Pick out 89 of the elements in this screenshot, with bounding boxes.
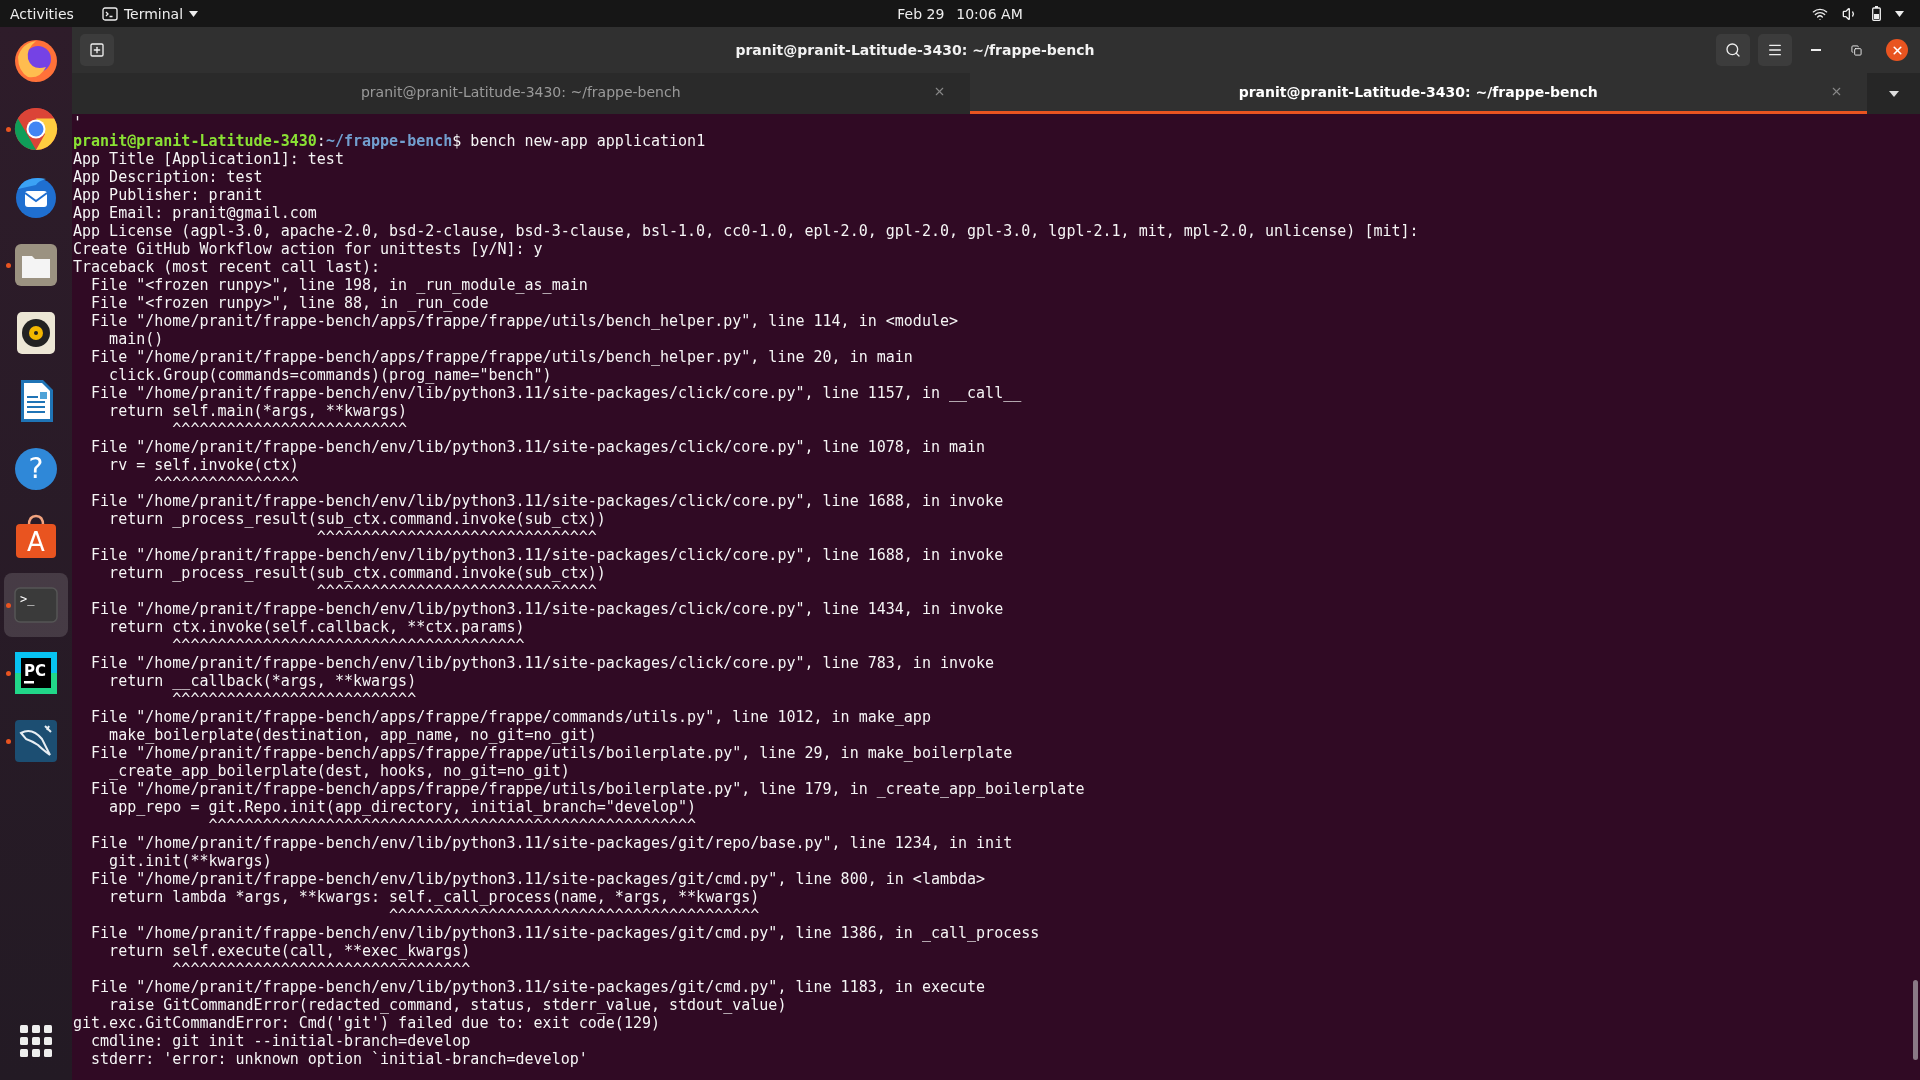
terminal-line: rv = self.invoke(ctx) <box>108 456 300 474</box>
terminal-line: return _process_result(sub_ctx.command.invoke(sub_ctx)) <box>108 564 607 582</box>
terminal-line: return __callback(*args, **kwargs) <box>108 672 418 690</box>
grid-icon <box>20 1025 52 1057</box>
folder-icon <box>12 241 60 289</box>
menu-icon <box>1767 42 1783 58</box>
terminal-line: ' <box>73 114 84 132</box>
dock-item[interactable]: ? <box>4 437 68 501</box>
tab-close-button[interactable] <box>1830 85 1843 98</box>
terminal-line: ^^^^^^^^^^^^^^^^^^^^^^^^^^^^^^^^^^^^^^^ <box>171 636 526 654</box>
terminal-line: File "<frozen runpy>", line 88, in _run_code <box>90 294 490 312</box>
close-icon <box>1890 43 1904 57</box>
new-tab-button[interactable] <box>80 34 114 66</box>
terminal-line: File "/home/pranit/frappe-bench/env/lib/python3.11/site-packages/git/cmd.py", line 1183, in execute <box>90 978 987 996</box>
terminal-line: File "/home/pranit/frappe-bench/env/lib/python3.11/site-packages/click/core.py", line 1078, in main <box>90 438 987 456</box>
terminal-line: return ctx.invoke(self.callback, **ctx.params) <box>108 618 526 636</box>
terminal-line: raise GitCommandError(redacted_command, status, stderr_value, stdout_value) <box>108 996 788 1014</box>
dock-item[interactable]: A <box>4 505 68 569</box>
restore-icon <box>1850 44 1862 56</box>
caret-icon[interactable] <box>1895 10 1904 17</box>
dock-item[interactable]: >_ <box>4 573 68 637</box>
close-icon <box>1830 85 1843 98</box>
terminal-line: File "<frozen runpy>", line 198, in _run_module_as_main <box>90 276 589 294</box>
search-button[interactable] <box>1716 34 1750 66</box>
terminal-line: File "/home/pranit/frappe-bench/apps/frappe/frappe/commands/utils.py", line 1012, in make_app <box>90 708 932 726</box>
terminal-line: File "/home/pranit/frappe-bench/env/lib/python3.11/site-packages/click/core.py", line 783, in invoke <box>90 654 996 672</box>
terminal-line: return self.execute(call, **exec_kwargs) <box>108 942 472 960</box>
terminal-line: _create_app_boilerplate(dest, hooks, no_git=no_git) <box>108 762 571 780</box>
activities-button[interactable]: Activities <box>10 5 74 22</box>
terminal-line: File "/home/pranit/frappe-bench/apps/frappe/frappe/utils/boilerplate.py", line 29, in make_boilerplate <box>90 744 1014 762</box>
terminal-line: App Description: test <box>73 168 264 186</box>
terminal-line: click.Group(commands=commands)(prog_name="bench") <box>108 366 553 384</box>
terminal-line: App License (agpl-3.0, apache-2.0, bsd-2-clause, bsd-3-clause, bsl-1.0, cc0-1.0, epl-2.0, gpl-2.0, gpl-3.0, lgpl-2.1, mit, mpl-2.0, unlicense) [mit]: <box>73 222 1420 240</box>
help-icon: ? <box>12 445 60 493</box>
terminal-line: main() <box>108 330 165 348</box>
menu-button[interactable] <box>1758 34 1792 66</box>
terminal-tab[interactable]: pranit@pranit-Latitude-3430: ~/frappe-bench <box>969 73 1867 114</box>
prompt-user: pranit@pranit-Latitude-3430 <box>73 132 317 150</box>
terminal-line: stderr: 'error: unknown option `initial-branch=develop' <box>90 1050 589 1068</box>
prompt-separator: : <box>316 132 326 150</box>
terminal-line: File "/home/pranit/frappe-bench/env/lib/python3.11/site-packages/click/core.py", line 1688, in invoke <box>90 546 1005 564</box>
app-menu[interactable]: Terminal <box>101 5 199 22</box>
terminal-tab[interactable]: pranit@pranit-Latitude-3430: ~/frappe-bench <box>72 73 970 114</box>
terminal-line: File "/home/pranit/frappe-bench/env/lib/python3.11/site-packages/click/core.py", line 1434, in invoke <box>90 600 1005 618</box>
terminal-line: App Publisher: pranit <box>73 186 264 204</box>
window-title: pranit@pranit-Latitude-3430: ~/frappe-bench <box>734 42 1096 58</box>
terminal-line: File "/home/pranit/frappe-bench/env/lib/python3.11/site-packages/git/cmd.py", line 1386, in _call_process <box>90 924 1041 942</box>
terminal-line: App Email: pranit@gmail.com <box>73 204 318 222</box>
caret-icon <box>1888 90 1899 97</box>
clock[interactable]: Feb 29 10:06 AM <box>897 5 1023 22</box>
terminal-line: cmdline: git init --initial-branch=develop <box>90 1032 472 1050</box>
battery-icon[interactable] <box>1872 6 1881 21</box>
terminal-line: File "/home/pranit/frappe-bench/env/lib/python3.11/site-packages/git/repo/base.py", line 1234, in init <box>90 834 1014 852</box>
terminal-line: File "/home/pranit/frappe-bench/env/lib/python3.11/site-packages/click/core.py", line 1688, in invoke <box>90 492 1005 510</box>
terminal-line: File "/home/pranit/frappe-bench/env/lib/python3.11/site-packages/click/core.py", line 1157, in __call__ <box>90 384 1023 402</box>
terminal-line: return self.main(*args, **kwargs) <box>108 402 409 420</box>
terminal-line: App Title [Application1]: test <box>73 150 345 168</box>
terminal-line: app_repo = git.Repo.init(app_directory, initial_branch="develop") <box>108 798 698 816</box>
terminal-line: Create GitHub Workflow action for unittests [y/N]: y <box>73 240 544 258</box>
terminal-line: ^^^^^^^^^^^^^^^^^^^^^^^^^^^^^^^^^^^^^^^^^ <box>388 906 761 924</box>
search-icon <box>1725 42 1741 58</box>
minimize-icon <box>1811 49 1821 51</box>
terminal-line: make_boilerplate(destination, app_name, no_git=no_git) <box>108 726 598 744</box>
terminal-line: File "/home/pranit/frappe-bench/apps/frappe/frappe/utils/bench_helper.py", line 114, in <module> <box>90 312 959 330</box>
terminal-line: ^^^^^^^^^^^^^^^^^^^^^^^^^^^ <box>171 690 418 708</box>
command-text: $ bench new-app application1 <box>452 132 706 150</box>
terminal-line: ^^^^^^^^^^^^^^^^^^^^^^^^^^^^^^^^^ <box>171 960 472 978</box>
chrome-browser-icon <box>12 105 60 153</box>
dock-item[interactable]: PC <box>4 641 68 705</box>
terminal-line: return _process_result(sub_ctx.command.invoke(sub_ctx)) <box>108 510 607 528</box>
terminal-line: File "/home/pranit/frappe-bench/apps/frappe/frappe/utils/boilerplate.py", line 179, in _create_app_boilerplate <box>90 780 1086 798</box>
terminal-line: ^^^^^^^^^^^^^^^^^^^^^^^^^^^^^^^ <box>315 582 598 600</box>
terminal-line: Traceback (most recent call last): <box>73 258 382 276</box>
terminal-line: git.exc.GitCommandError: Cmd('git') failed due to: exit code(129) <box>73 1014 661 1032</box>
prompt-path: ~/frappe-bench <box>325 132 453 150</box>
terminal-line: ^^^^^^^^^^^^^^^^^^^^^^^^^^^^^^^^^^^^^^^^^^^^^^^^^^^^^^ <box>207 816 698 834</box>
terminal-icon <box>101 6 118 21</box>
terminal-line: ^^^^^^^^^^^^^^^^ <box>153 474 300 492</box>
terminal-line: return lambda *args, **kwargs: self._call_process(name, *args, **kwargs) <box>108 888 761 906</box>
terminal-line: File "/home/pranit/frappe-bench/apps/frappe/frappe/utils/bench_helper.py", line 20, in main <box>90 348 914 366</box>
terminal-line: ^^^^^^^^^^^^^^^^^^^^^^^^^^ <box>171 420 409 438</box>
plus-icon <box>89 42 105 58</box>
terminal-line: File "/home/pranit/frappe-bench/env/lib/python3.11/site-packages/git/cmd.py", line 800, in <lambda> <box>90 870 987 888</box>
scrollbar-thumb[interactable] <box>1913 980 1918 1060</box>
close-button[interactable] <box>1886 39 1908 61</box>
terminal-line: ^^^^^^^^^^^^^^^^^^^^^^^^^^^^^^^ <box>315 528 598 546</box>
ide-icon: PC <box>12 649 60 697</box>
terminal-line: git.init(**kwargs) <box>108 852 273 870</box>
caret-icon <box>189 10 199 17</box>
